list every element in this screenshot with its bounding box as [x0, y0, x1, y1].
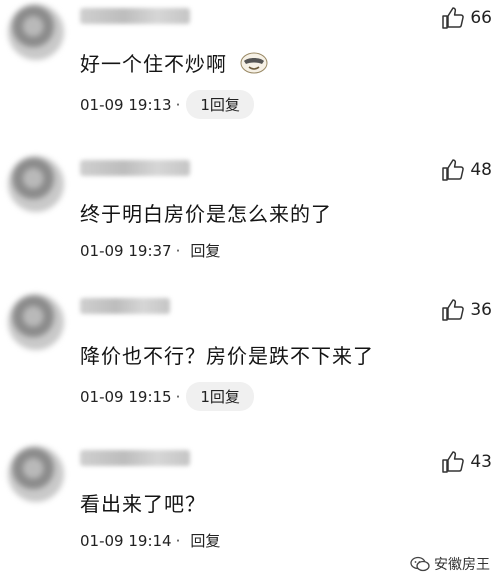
separator-dot: · — [175, 95, 181, 114]
comment-time: 01-09 19:15 — [80, 387, 172, 406]
avatar[interactable] — [8, 156, 64, 212]
avatar[interactable] — [8, 446, 64, 502]
comment-text: 终于明白房价是怎么来的了 — [80, 202, 332, 226]
comment-meta: 01-09 19:15 · 1回复 — [80, 382, 254, 411]
watermark: 安徽房王 — [410, 554, 490, 574]
thumbs-up-icon — [442, 451, 465, 473]
thumbs-up-icon — [442, 7, 465, 29]
comment-item: 36 降价也不行？房价是跌不下来了 01-09 19:15 · 1回复 — [0, 286, 500, 436]
face-with-sunglasses-icon — [240, 52, 268, 74]
reply-button[interactable]: 1回复 — [186, 382, 254, 411]
like-button[interactable]: 48 — [441, 158, 492, 182]
comment-text: 好一个住不炒啊 — [80, 48, 268, 77]
like-button[interactable]: 66 — [441, 6, 492, 30]
separator-dot: · — [175, 387, 181, 406]
separator-dot: · — [175, 531, 181, 550]
watermark-text: 安徽房王 — [434, 557, 490, 573]
comment-meta: 01-09 19:13 · 1回复 — [80, 90, 254, 119]
username-blurred[interactable] — [80, 298, 170, 314]
reply-button[interactable]: 回复 — [190, 530, 220, 551]
comment-text: 看出来了吧？ — [80, 492, 206, 516]
username-blurred[interactable] — [80, 160, 190, 176]
comment-item: 66 好一个住不炒啊 01-09 19:13 · 1回复 — [0, 0, 500, 140]
wechat-icon — [410, 556, 430, 572]
comment-meta: 01-09 19:37 · 回复 — [80, 240, 220, 261]
like-count: 66 — [470, 8, 492, 28]
reply-button[interactable]: 回复 — [190, 240, 220, 261]
avatar[interactable] — [8, 294, 64, 350]
thumbs-up-icon — [442, 159, 465, 181]
comment-time: 01-09 19:13 — [80, 95, 172, 114]
like-button[interactable]: 43 — [441, 450, 492, 474]
comment-time: 01-09 19:37 — [80, 241, 172, 260]
comment-item: 48 终于明白房价是怎么来的了 01-09 19:37 · 回复 — [0, 148, 500, 288]
comment-meta: 01-09 19:14 · 回复 — [80, 530, 220, 551]
like-count: 36 — [470, 300, 492, 320]
comment-text: 降价也不行？房价是跌不下来了 — [80, 344, 374, 368]
comment-time: 01-09 19:14 — [80, 531, 172, 550]
like-count: 43 — [470, 452, 492, 472]
thumbs-up-icon — [442, 299, 465, 321]
like-count: 48 — [470, 160, 492, 180]
username-blurred[interactable] — [80, 8, 190, 24]
avatar[interactable] — [8, 4, 64, 60]
reply-button[interactable]: 1回复 — [186, 90, 254, 119]
like-button[interactable]: 36 — [441, 298, 492, 322]
separator-dot: · — [175, 241, 181, 260]
username-blurred[interactable] — [80, 450, 190, 466]
